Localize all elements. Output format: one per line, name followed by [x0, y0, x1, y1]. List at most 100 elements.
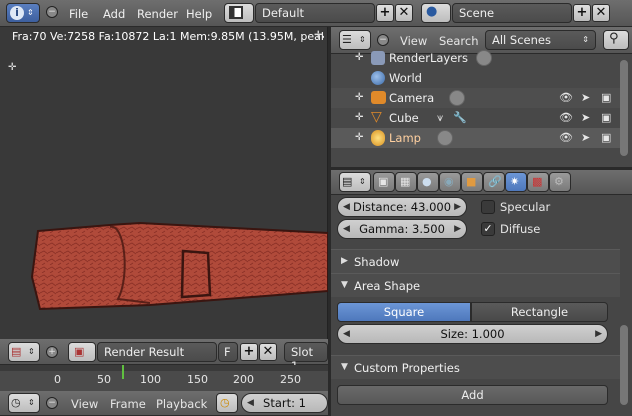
distance-field[interactable]: ◀ Distance: 43.000 ▶: [337, 197, 467, 217]
increment-arrow-icon[interactable]: ▶: [595, 325, 602, 343]
corner-split-widget-icon[interactable]: ✛: [8, 61, 16, 75]
outliner-item-label: Camera: [389, 91, 435, 105]
decrement-arrow-icon[interactable]: ◀: [343, 325, 350, 343]
diffuse-checkbox[interactable]: ✓: [481, 222, 495, 236]
specular-checkbox[interactable]: [481, 200, 495, 214]
visibility-eye-icon[interactable]: 👁: [559, 91, 573, 105]
timeline-playback-menu[interactable]: Playback: [156, 397, 207, 411]
outliner-row-camera[interactable]: ✛ Camera 👁 ➤ ▣: [331, 88, 620, 108]
chevron-updown-icon: ⇕: [359, 177, 366, 186]
collapse-menu-icon[interactable]: −: [46, 397, 58, 409]
menu-file[interactable]: File: [69, 7, 88, 21]
menu-add[interactable]: Add: [103, 7, 125, 21]
add-property-button[interactable]: Add: [337, 385, 608, 405]
shadow-panel-header[interactable]: ▶ Shadow: [331, 249, 620, 273]
tab-constraints[interactable]: 🔗: [483, 172, 505, 192]
tab-render-layers[interactable]: ▦: [395, 172, 417, 192]
timeline-view-menu[interactable]: View: [71, 397, 98, 411]
preview-range-button[interactable]: ◷: [216, 393, 238, 413]
fake-user-button[interactable]: F: [218, 342, 238, 362]
outliner-editor-type-button[interactable]: ☰ ⇕: [339, 30, 371, 50]
area-separator[interactable]: [328, 27, 331, 416]
new-image-button[interactable]: +: [240, 343, 258, 361]
increment-arrow-icon[interactable]: ▶: [454, 198, 461, 216]
custom-properties-panel-title: Custom Properties: [354, 361, 460, 375]
area-shape-panel-header[interactable]: ▼ Area Shape: [331, 273, 620, 297]
decrement-arrow-icon[interactable]: ◀: [343, 198, 350, 216]
outliner-row-world[interactable]: World: [331, 68, 620, 88]
outliner-search-menu[interactable]: Search: [439, 34, 479, 48]
outliner-view-menu[interactable]: View: [400, 34, 427, 48]
outliner-search-button[interactable]: ⚲: [603, 30, 629, 50]
tab-texture[interactable]: ▩: [527, 172, 549, 192]
tab-object-data-lamp[interactable]: ✷: [505, 172, 527, 192]
outliner-row-renderlayers[interactable]: ✛ RenderLayers: [331, 48, 620, 68]
select-cursor-icon[interactable]: ➤: [581, 131, 590, 145]
tab-world[interactable]: ◉: [439, 172, 461, 192]
image-name-field[interactable]: Render Result: [97, 342, 217, 362]
outliner-row-lamp[interactable]: ✛ Lamp 👁 ➤ ▣: [331, 128, 620, 148]
expanded-triangle-icon: ▼: [341, 280, 348, 290]
decrement-arrow-icon[interactable]: ◀: [247, 394, 254, 412]
screen-layout-field[interactable]: Default: [255, 3, 375, 23]
gamma-field[interactable]: ◀ Gamma: 3.500 ▶: [337, 219, 467, 239]
outliner-display-mode-value: All Scenes: [492, 33, 551, 47]
timeline-editor-type-button[interactable]: ◷ ⇕: [8, 393, 40, 413]
camera-icon: [371, 91, 386, 104]
shape-square-button[interactable]: Square: [337, 302, 471, 322]
tab-object[interactable]: ■: [461, 172, 483, 192]
render-camera-icon[interactable]: ▣: [601, 131, 611, 145]
properties-editor-type-button[interactable]: ▤ ⇕: [339, 172, 371, 192]
tab-scene[interactable]: ●: [417, 172, 439, 192]
start-frame-field[interactable]: ◀ Start: 1: [241, 393, 328, 413]
visibility-eye-icon[interactable]: 👁: [559, 131, 573, 145]
scene-selector[interactable]: ●: [421, 3, 451, 23]
timeline-frame-menu[interactable]: Frame: [110, 397, 146, 411]
area-separator[interactable]: [331, 167, 632, 170]
timeline-ruler[interactable]: 0 50 100 150 200 250: [0, 365, 328, 391]
delete-screen-button[interactable]: ✕: [395, 4, 413, 22]
add-screen-button[interactable]: +: [376, 4, 394, 22]
area-shape-panel-title: Area Shape: [354, 279, 421, 293]
delete-scene-button[interactable]: ✕: [592, 4, 610, 22]
collapse-menu-icon[interactable]: +: [46, 346, 58, 358]
collapse-menu-icon[interactable]: −: [377, 34, 389, 46]
properties-scrollbar[interactable]: [620, 325, 628, 405]
add-scene-button[interactable]: +: [573, 4, 591, 22]
menu-render[interactable]: Render: [137, 7, 178, 21]
render-slot-select[interactable]: Slot 1: [284, 342, 328, 373]
scene-field[interactable]: Scene: [452, 3, 572, 23]
expand-icon[interactable]: ✛: [355, 111, 363, 125]
outliner-scrollbar[interactable]: [620, 60, 628, 156]
lamp-icon: [371, 130, 385, 146]
unlink-image-button[interactable]: ✕: [259, 343, 277, 361]
3d-viewport[interactable]: Fra:70 Ve:7258 Fa:10872 La:1 Mem:9.85M (…: [0, 27, 328, 339]
tab-physics[interactable]: ⚙: [549, 172, 571, 192]
render-camera-icon[interactable]: ▣: [601, 91, 611, 105]
render-camera-icon[interactable]: ▣: [601, 111, 611, 125]
tab-render[interactable]: ▣: [373, 172, 395, 192]
decrement-arrow-icon[interactable]: ◀: [343, 220, 350, 238]
shape-rectangle-button[interactable]: Rectangle: [471, 302, 608, 322]
tick-label: 150: [187, 373, 208, 386]
visibility-eye-icon[interactable]: 👁: [559, 111, 573, 125]
current-frame-marker[interactable]: [122, 365, 124, 379]
select-cursor-icon[interactable]: ➤: [581, 111, 590, 125]
select-cursor-icon[interactable]: ➤: [581, 91, 590, 105]
custom-properties-panel-header[interactable]: ▼ Custom Properties: [331, 355, 620, 379]
menu-help[interactable]: Help: [186, 7, 212, 21]
size-field[interactable]: ◀ Size: 1.000 ▶: [337, 324, 608, 344]
collapse-menu-icon[interactable]: −: [46, 6, 58, 18]
expand-icon[interactable]: ✛: [355, 131, 363, 145]
image-browse-button[interactable]: ▣: [68, 342, 96, 362]
corner-split-widget-icon[interactable]: ✛: [314, 29, 322, 43]
mesh-data-icon: ⩛: [437, 111, 444, 124]
outliner-row-cube[interactable]: ✛ ▽ Cube ⩛ 🔧 👁 ➤ ▣: [331, 108, 620, 128]
outliner-display-mode-select[interactable]: All Scenes ⇕: [485, 30, 596, 50]
info-editor-type-button[interactable]: i ⇕: [6, 3, 40, 23]
expand-icon[interactable]: ✛: [355, 51, 363, 65]
image-editor-type-button[interactable]: ▤ ⇕: [8, 342, 40, 362]
expand-icon[interactable]: ✛: [355, 91, 363, 105]
increment-arrow-icon[interactable]: ▶: [454, 220, 461, 238]
screen-layout-selector[interactable]: [224, 3, 254, 23]
